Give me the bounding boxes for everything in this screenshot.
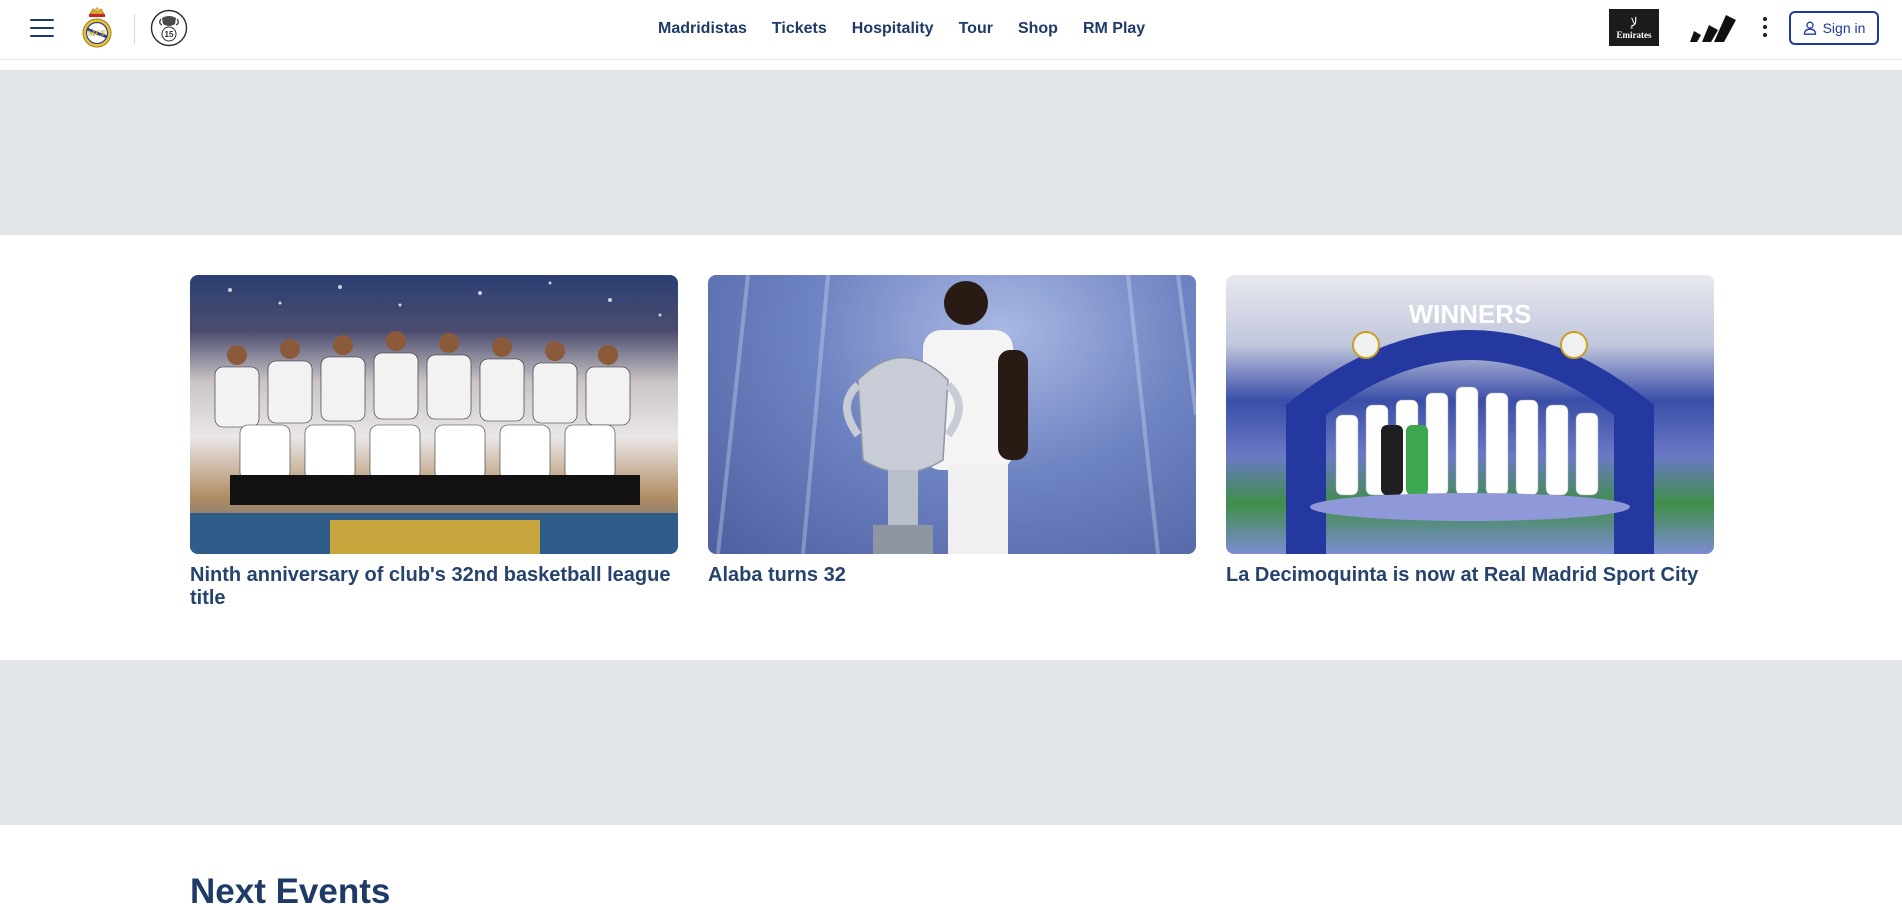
svg-text:WINNERS: WINNERS	[1409, 299, 1532, 329]
user-icon	[1803, 21, 1816, 35]
news-image-alaba[interactable]	[708, 275, 1196, 554]
nav-hospitality[interactable]: Hospitality	[852, 20, 934, 38]
ucl-winners-photo: WINNERS	[1286, 299, 1654, 554]
news-card[interactable]: Ninth anniversary of club's 32nd basketb…	[190, 275, 678, 610]
news-card[interactable]: WINNERS La Decimoquinta is now at Real M…	[1226, 275, 1714, 587]
real-madrid-crest-icon[interactable]: MCF	[80, 6, 114, 50]
news-card[interactable]: Alaba turns 32	[708, 275, 1196, 587]
news-title[interactable]: Ninth anniversary of club's 32nd basketb…	[190, 564, 678, 610]
basketball-team-photo	[190, 281, 678, 554]
emirates-wordmark: Emirates	[1616, 29, 1652, 40]
nav-shop[interactable]: Shop	[1018, 20, 1058, 38]
main-nav: Madridistas Tickets Hospitality Tour Sho…	[658, 0, 1145, 58]
news-title[interactable]: La Decimoquinta is now at Real Madrid Sp…	[1226, 564, 1714, 587]
svg-text:MCF: MCF	[88, 29, 106, 38]
sign-in-label: Sign in	[1822, 20, 1866, 36]
more-vertical-icon[interactable]	[1758, 15, 1772, 39]
news-image-decimoquinta[interactable]: WINNERS	[1226, 275, 1714, 554]
ad-banner-top	[0, 70, 1902, 235]
hamburger-menu-icon[interactable]	[28, 16, 56, 40]
header-divider	[134, 14, 135, 44]
site-header: MCF 15 Madridistas Tickets Hospitality T…	[0, 0, 1902, 60]
news-row: Ninth anniversary of club's 32nd basketb…	[190, 275, 1714, 615]
next-events-heading: Next Events	[190, 872, 391, 910]
ucl-15-badge-icon[interactable]: 15	[150, 9, 188, 47]
ad-banner-middle	[0, 660, 1902, 825]
emirates-logo-icon[interactable]: ﻹ Emirates	[1609, 9, 1659, 46]
nav-rm-play[interactable]: RM Play	[1083, 20, 1145, 38]
nav-tickets[interactable]: Tickets	[772, 20, 827, 38]
nav-madridistas[interactable]: Madridistas	[658, 20, 747, 38]
alaba-trophy-photo	[716, 275, 1196, 554]
sign-in-button[interactable]: Sign in	[1789, 11, 1879, 45]
svg-text:15: 15	[165, 30, 174, 39]
emirates-glyph: ﻹ	[1630, 14, 1638, 29]
nav-tour[interactable]: Tour	[959, 20, 993, 38]
news-title[interactable]: Alaba turns 32	[708, 564, 1196, 587]
news-image-basketball-title[interactable]	[190, 275, 678, 554]
adidas-logo-icon[interactable]	[1688, 14, 1738, 42]
